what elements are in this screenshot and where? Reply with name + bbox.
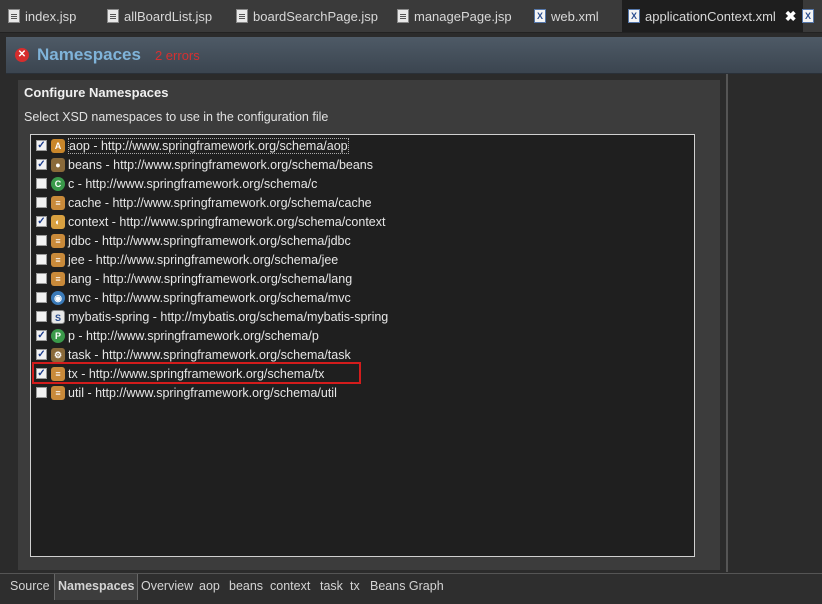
section-description: Select XSD namespaces to use in the conf… <box>24 110 329 124</box>
namespace-label: context - http://www.springframework.org… <box>68 214 386 229</box>
page-title: Namespaces <box>37 45 141 64</box>
jsp-file-icon <box>236 9 248 23</box>
util-icon: ≡ <box>51 385 65 400</box>
tab-label: allBoardList.jsp <box>124 8 213 24</box>
checkbox[interactable] <box>36 387 47 398</box>
jee-icon: ≡ <box>51 252 65 267</box>
beans-icon: ● <box>51 157 65 172</box>
tab-aop[interactable]: aop <box>199 574 220 600</box>
checkbox[interactable]: ✓ <box>36 159 47 170</box>
mybatis-icon: S <box>51 309 65 324</box>
tab-managepage-jsp[interactable]: managePage.jsp <box>397 0 512 32</box>
namespace-label: aop - http://www.springframework.org/sch… <box>68 137 349 154</box>
namespace-label: p - http://www.springframework.org/schem… <box>68 328 319 343</box>
tab-tx[interactable]: tx <box>350 574 360 600</box>
tab-label: applicationContext.xml <box>645 8 776 24</box>
namespace-row-beans[interactable]: ✓ ● beans - http://www.springframework.o… <box>36 155 373 174</box>
checkbox[interactable] <box>36 254 47 265</box>
namespace-label: util - http://www.springframework.org/sc… <box>68 385 337 400</box>
tab-index-jsp[interactable]: index.jsp <box>8 0 76 32</box>
tab-overflow[interactable]: X <box>802 0 814 32</box>
tab-label: index.jsp <box>25 8 77 24</box>
namespace-label: beans - http://www.springframework.org/s… <box>68 157 373 172</box>
tab-web-xml[interactable]: X web.xml <box>534 0 599 32</box>
namespace-row-context[interactable]: ✓ ◐ context - http://www.springframework… <box>36 212 386 231</box>
namespace-label: task - http://www.springframework.org/sc… <box>68 347 351 362</box>
namespace-row-lang[interactable]: ≡ lang - http://www.springframework.org/… <box>36 269 352 288</box>
tab-label: managePage.jsp <box>414 8 512 24</box>
checkbox[interactable] <box>36 311 47 322</box>
jsp-file-icon <box>107 9 119 23</box>
jdbc-icon: ≡ <box>51 233 65 248</box>
checkbox[interactable] <box>36 197 47 208</box>
namespace-row-mvc[interactable]: ◉ mvc - http://www.springframework.org/s… <box>36 288 351 307</box>
tab-context[interactable]: context <box>270 574 310 600</box>
lang-icon: ≡ <box>51 271 65 286</box>
context-icon: ◐ <box>51 214 65 229</box>
xml-file-icon: X <box>534 9 546 23</box>
close-tab-icon[interactable]: ✖ <box>785 8 797 25</box>
tab-namespaces[interactable]: Namespaces <box>54 574 139 600</box>
task-icon: ⚙ <box>51 347 65 362</box>
checkbox[interactable] <box>36 235 47 246</box>
tab-task[interactable]: task <box>320 574 343 600</box>
namespace-label: jdbc - http://www.springframework.org/sc… <box>68 233 351 248</box>
xml-file-icon: X <box>802 9 814 23</box>
tab-label: boardSearchPage.jsp <box>253 8 379 24</box>
tab-allboardlist-jsp[interactable]: allBoardList.jsp <box>107 0 212 32</box>
namespace-row-p[interactable]: ✓ P p - http://www.springframework.org/s… <box>36 326 319 345</box>
namespace-label: jee - http://www.springframework.org/sch… <box>68 252 339 267</box>
jsp-file-icon <box>8 9 20 23</box>
namespace-row-mybatis-spring[interactable]: S mybatis-spring - http://mybatis.org/sc… <box>36 307 388 326</box>
namespace-row-cache[interactable]: ≡ cache - http://www.springframework.org… <box>36 193 372 212</box>
section-title: Configure Namespaces <box>24 85 169 100</box>
tab-source[interactable]: Source <box>10 574 50 600</box>
namespace-row-c[interactable]: C c - http://www.springframework.org/sch… <box>36 174 317 193</box>
namespace-label: lang - http://www.springframework.org/sc… <box>68 271 353 286</box>
right-pane <box>728 74 822 572</box>
c-icon: C <box>51 176 65 191</box>
namespace-row-aop[interactable]: ✓ A aop - http://www.springframework.org… <box>36 136 349 155</box>
namespace-row-jdbc[interactable]: ≡ jdbc - http://www.springframework.org/… <box>36 231 351 250</box>
page-header: ✕ Namespaces 2 errors <box>6 37 822 74</box>
checkbox[interactable] <box>36 178 47 189</box>
tab-beans-graph[interactable]: Beans Graph <box>370 574 444 600</box>
tab-beans[interactable]: beans <box>229 574 263 600</box>
checkbox[interactable]: ✓ <box>36 216 47 227</box>
namespace-label: cache - http://www.springframework.org/s… <box>68 195 372 210</box>
tab-boardsearchpage-jsp[interactable]: boardSearchPage.jsp <box>236 0 378 32</box>
jsp-file-icon <box>397 9 409 23</box>
bottom-tab-bar: Source Namespaces Overview aop beans con… <box>0 573 822 604</box>
highlight-box <box>32 362 361 384</box>
namespace-row-util[interactable]: ≡ util - http://www.springframework.org/… <box>36 383 337 402</box>
namespace-row-jee[interactable]: ≡ jee - http://www.springframework.org/s… <box>36 250 338 269</box>
namespace-list[interactable]: ✓ A aop - http://www.springframework.org… <box>30 134 695 557</box>
error-count-link[interactable]: 2 errors <box>155 48 200 63</box>
mvc-icon: ◉ <box>51 290 65 305</box>
checkbox[interactable]: ✓ <box>36 140 47 151</box>
namespace-label: c - http://www.springframework.org/schem… <box>68 176 318 191</box>
checkbox[interactable] <box>36 292 47 303</box>
cache-icon: ≡ <box>51 195 65 210</box>
tab-label: web.xml <box>551 8 599 24</box>
checkbox[interactable]: ✓ <box>36 330 47 341</box>
error-icon: ✕ <box>15 48 29 62</box>
editor-tab-bar: index.jsp allBoardList.jsp boardSearchPa… <box>0 0 822 33</box>
p-icon: P <box>51 328 65 343</box>
xml-file-icon: X <box>628 9 640 23</box>
tab-overview[interactable]: Overview <box>141 574 193 600</box>
checkbox[interactable]: ✓ <box>36 349 47 360</box>
tab-applicationcontext-xml[interactable]: X applicationContext.xml ✖ <box>622 0 803 32</box>
checkbox[interactable] <box>36 273 47 284</box>
namespace-label: mvc - http://www.springframework.org/sch… <box>68 290 351 305</box>
namespace-label: mybatis-spring - http://mybatis.org/sche… <box>68 309 389 324</box>
aop-icon: A <box>51 138 65 153</box>
